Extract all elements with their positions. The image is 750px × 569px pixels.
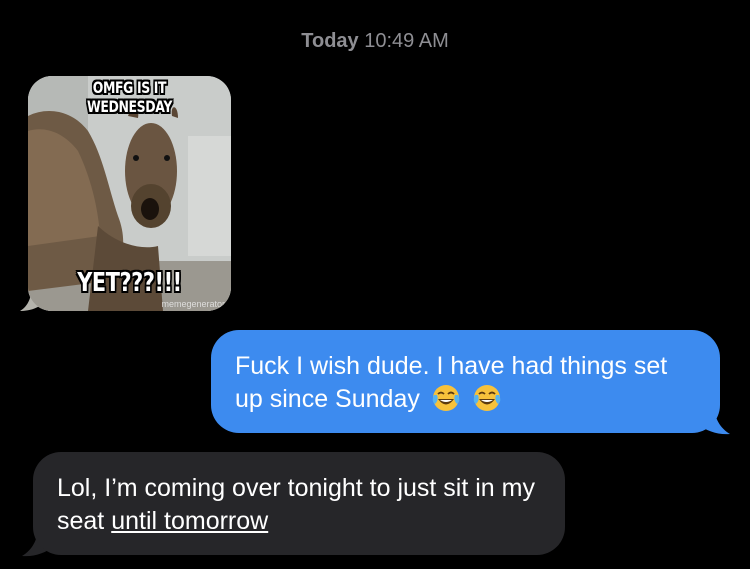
meme-watermark: memegenerator xyxy=(161,299,225,309)
message-timestamp: Today 10:49 AM xyxy=(0,30,750,53)
timestamp-day: Today xyxy=(301,30,359,52)
timestamp-time: 10:49 AM xyxy=(364,30,449,52)
date-link[interactable]: until tomorrow xyxy=(111,507,268,535)
meme-bottom-text: YET???!!! xyxy=(77,268,182,298)
outgoing-message-bubble[interactable]: Fuck I wish dude. I have had things set … xyxy=(211,330,720,433)
meme-image-message[interactable]: OMFG IS IT WEDNESDAY YET???!!! memegener… xyxy=(28,76,231,311)
face-with-tears-of-joy-icon xyxy=(432,385,460,411)
face-with-tears-of-joy-icon xyxy=(473,385,501,411)
incoming-message-bubble[interactable]: Lol, I’m coming over tonight to just sit… xyxy=(33,452,565,555)
meme-top-text: OMFG IS IT WEDNESDAY xyxy=(87,78,172,116)
